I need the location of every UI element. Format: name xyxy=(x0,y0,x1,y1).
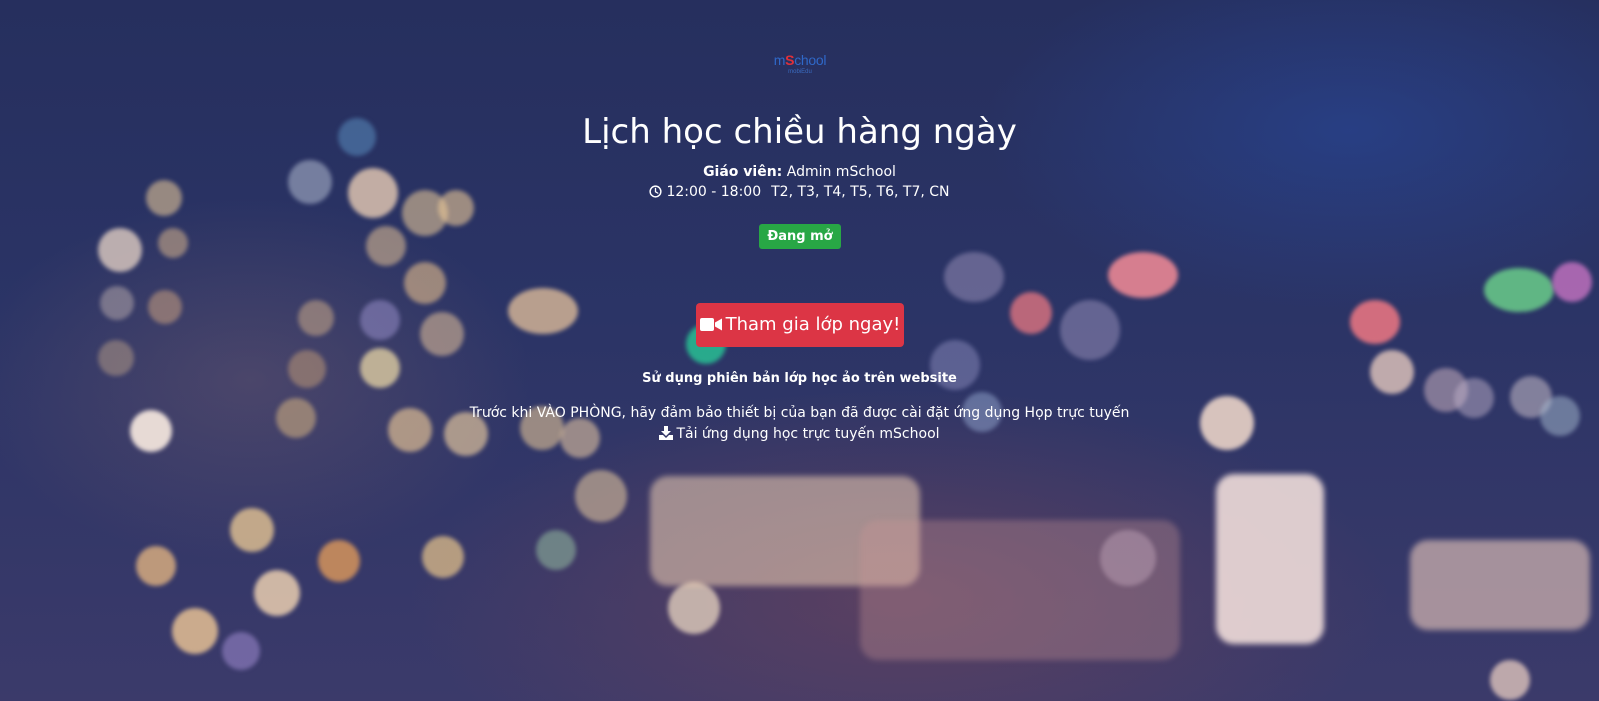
teacher-line: Giáo viên: Admin mSchool xyxy=(0,162,1599,182)
video-camera-icon xyxy=(699,318,722,331)
download-app-label: Tải ứng dụng học trực tuyến mSchool xyxy=(676,426,940,442)
page-title: Lịch học chiều hàng ngày xyxy=(582,112,1017,152)
join-class-button[interactable]: Tham gia lớp ngay! xyxy=(696,303,904,347)
download-row: Tải ứng dụng học trực tuyến mSchool xyxy=(0,424,1599,444)
download-icon xyxy=(659,426,674,440)
download-app-link[interactable]: Tải ứng dụng học trực tuyến mSchool xyxy=(659,426,940,442)
join-class-label: Tham gia lớp ngay! xyxy=(725,314,901,335)
mschool-logo: mSchool mobiEdu xyxy=(767,52,833,82)
install-notice: Trước khi VÀO PHÒNG, hãy đảm bảo thiết b… xyxy=(469,405,1130,421)
web-version-link[interactable]: Sử dụng phiên bản lớp học ảo trên websit… xyxy=(0,369,1599,389)
clock-icon xyxy=(649,185,663,198)
status-badge: Đang mở xyxy=(759,224,841,249)
logo-brand: mSchool xyxy=(773,52,827,68)
logo-sub: mobiEdu xyxy=(788,69,812,75)
blurred-city-background xyxy=(0,0,1599,701)
teacher-label: Giáo viên: xyxy=(703,164,783,180)
schedule-line: 12:00 - 18:00 T2, T3, T4, T5, T6, T7, CN xyxy=(0,182,1599,202)
schedule-days: T2, T3, T4, T5, T6, T7, CN xyxy=(771,184,950,200)
teacher-name: Admin mSchool xyxy=(786,164,896,180)
schedule-time: 12:00 - 18:00 xyxy=(666,184,762,200)
